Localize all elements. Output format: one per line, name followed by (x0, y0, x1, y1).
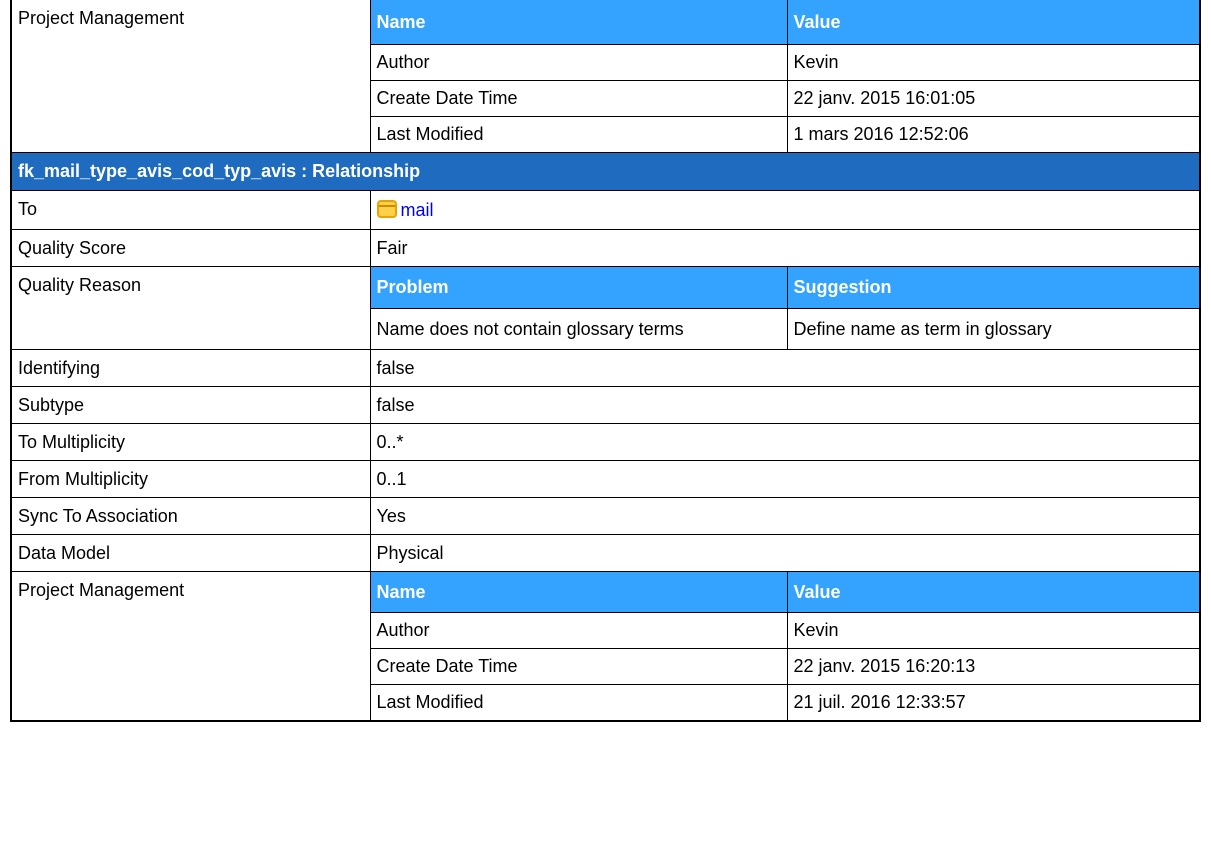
pm-modified-name: Last Modified (370, 684, 788, 720)
top-project-management-table: Name Value Author Kevin Create Date Time… (370, 0, 1199, 152)
sync-to-association-value: Yes (369, 497, 1201, 535)
project-management-table: Name Value Author Kevin Create Date Time… (370, 572, 1199, 720)
project-management-row: Project Management Name Value Author Kev… (10, 571, 1201, 722)
to-multiplicity-value: 0..* (369, 423, 1201, 461)
data-model-value: Physical (369, 534, 1201, 572)
suggestion-text: Define name as term in glossary (786, 308, 1199, 349)
table-row: Author Kevin (370, 612, 1199, 649)
quality-score-row: Quality Score Fair (10, 229, 1201, 267)
from-multiplicity-value: 0..1 (369, 460, 1201, 498)
identifying-value: false (369, 349, 1201, 387)
top-pm-modified-value: 1 mars 2016 12:52:06 (786, 116, 1199, 152)
identifying-row: Identifying false (10, 349, 1201, 387)
top-pm-author-name: Author (370, 44, 788, 81)
top-pm-create-value: 22 janv. 2015 16:01:05 (786, 80, 1199, 117)
pm-author-value: Kevin (786, 612, 1199, 649)
to-multiplicity-row: To Multiplicity 0..* (10, 423, 1201, 461)
subtype-row: Subtype false (10, 386, 1201, 424)
quality-reason-label: Quality Reason (10, 266, 371, 350)
relationship-report-table: Project Management Name Value Author Kev… (10, 0, 1201, 722)
table-row: Name does not contain glossary terms Def… (370, 308, 1199, 349)
pm-create-name: Create Date Time (370, 648, 788, 685)
sync-to-association-label: Sync To Association (10, 497, 371, 535)
data-model-row: Data Model Physical (10, 534, 1201, 572)
table-row: Create Date Time 22 janv. 2015 16:01:05 (370, 80, 1199, 117)
top-pm-create-name: Create Date Time (370, 80, 788, 117)
table-icon (376, 199, 397, 218)
suggestion-header: Suggestion (786, 267, 1199, 309)
from-multiplicity-row: From Multiplicity 0..1 (10, 460, 1201, 498)
pm-author-name: Author (370, 612, 788, 649)
quality-reason-row: Quality Reason Problem Suggestion Name d… (10, 266, 1201, 350)
to-row: To mail (10, 190, 1201, 230)
top-pm-author-value: Kevin (786, 44, 1199, 81)
identifying-label: Identifying (10, 349, 371, 387)
table-row: Author Kevin (370, 44, 1199, 81)
problem-header: Problem (370, 267, 788, 309)
pm-create-value: 22 janv. 2015 16:20:13 (786, 648, 1199, 685)
relationship-section-row: fk_mail_type_avis_cod_typ_avis : Relatio… (10, 152, 1201, 191)
project-management-cell: Name Value Author Kevin Create Date Time… (369, 571, 1201, 722)
quality-score-value: Fair (369, 229, 1201, 267)
report-page: Project Management Name Value Author Kev… (0, 0, 1211, 861)
pm-header-row: Name Value (370, 572, 1199, 613)
subtype-label: Subtype (10, 386, 371, 424)
pm-modified-value: 21 juil. 2016 12:33:57 (786, 684, 1199, 720)
pm-name-header: Name (370, 572, 788, 613)
quality-reason-table: Problem Suggestion Name does not contain… (370, 267, 1199, 349)
to-mail-link[interactable]: mail (401, 200, 434, 220)
pm-value-header: Value (786, 572, 1199, 613)
from-multiplicity-label: From Multiplicity (10, 460, 371, 498)
top-project-management-row: Project Management Name Value Author Kev… (10, 0, 1201, 153)
to-value: mail (369, 190, 1201, 230)
quality-reason-cell: Problem Suggestion Name does not contain… (369, 266, 1201, 350)
top-pm-name-header: Name (370, 0, 788, 45)
top-project-management-label: Project Management (10, 0, 371, 153)
top-pm-value-header: Value (786, 0, 1199, 45)
subtype-value: false (369, 386, 1201, 424)
problem-text: Name does not contain glossary terms (370, 308, 788, 349)
table-row: Last Modified 1 mars 2016 12:52:06 (370, 116, 1199, 152)
relationship-title: fk_mail_type_avis_cod_typ_avis : Relatio… (10, 152, 1201, 191)
table-row: Last Modified 21 juil. 2016 12:33:57 (370, 684, 1199, 720)
to-label: To (10, 190, 371, 230)
sync-to-association-row: Sync To Association Yes (10, 497, 1201, 535)
data-model-label: Data Model (10, 534, 371, 572)
project-management-label: Project Management (10, 571, 371, 722)
top-pm-header-row: Name Value (370, 0, 1199, 45)
top-pm-modified-name: Last Modified (370, 116, 788, 152)
table-row: Create Date Time 22 janv. 2015 16:20:13 (370, 648, 1199, 685)
quality-reason-header-row: Problem Suggestion (370, 267, 1199, 309)
top-project-management-cell: Name Value Author Kevin Create Date Time… (369, 0, 1201, 153)
quality-score-label: Quality Score (10, 229, 371, 267)
to-multiplicity-label: To Multiplicity (10, 423, 371, 461)
